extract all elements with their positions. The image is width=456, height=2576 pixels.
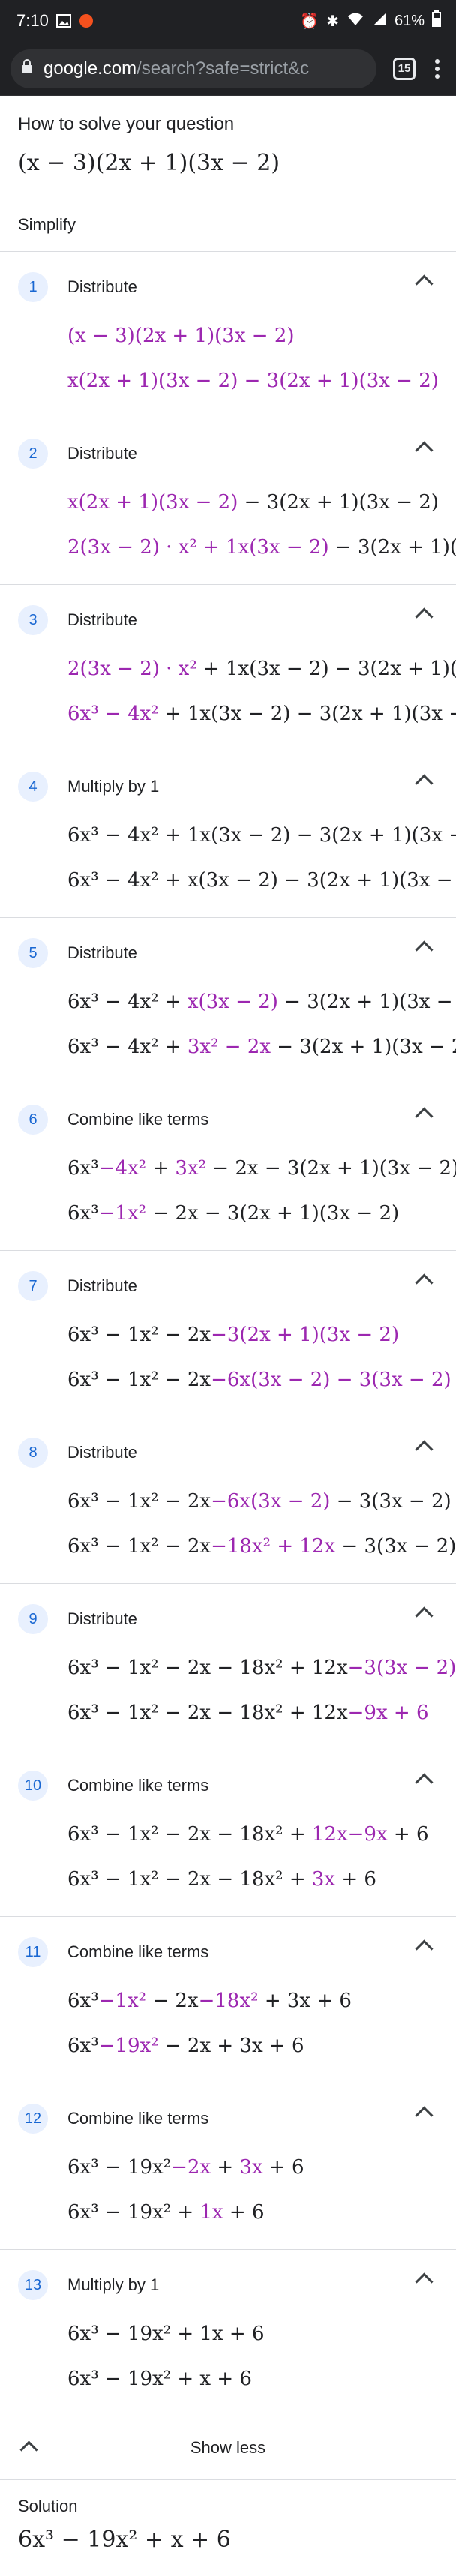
- step-number: 2: [18, 439, 48, 469]
- step-title: Distribute: [68, 1609, 137, 1628]
- battery-icon: [432, 10, 441, 31]
- step-to: 6x³ − 4x² + 1x(3x − 2) − 3(2x + 1)(3x − …: [68, 703, 456, 725]
- solution-label: Solution: [18, 2497, 78, 2515]
- step-number: 5: [18, 938, 48, 968]
- step-title: Combine like terms: [68, 2109, 209, 2128]
- step-to: 6x³ − 1x² − 2x − 18x² + 12x−9x + 6: [68, 1702, 429, 1724]
- signal-icon: [372, 11, 387, 31]
- step-card[interactable]: 10 Combine like terms 6x³ − 1x² − 2x − 1…: [0, 1750, 456, 1917]
- step-card[interactable]: 11 Combine like terms 6x³−1x² − 2x−18x² …: [0, 1917, 456, 2083]
- battery-level: 61%: [394, 12, 424, 29]
- step-card[interactable]: 13 Multiply by 1 6x³ − 19x² + 1x + 6 6x³…: [0, 2250, 456, 2416]
- step-to: 6x³ − 4x² + x(3x − 2) − 3(2x + 1)(3x − 2…: [68, 869, 456, 892]
- step-card[interactable]: 5 Distribute 6x³ − 4x² + x(3x − 2) − 3(2…: [0, 918, 456, 1084]
- browser-toolbar: google.com/search?safe=strict&c 15: [0, 42, 456, 96]
- step-to: 6x³−19x² − 2x + 3x + 6: [68, 2035, 304, 2057]
- step-to: 6x³ − 1x² − 2x−18x² + 12x − 3(3x − 2): [68, 1535, 456, 1558]
- step-title: Distribute: [68, 1276, 137, 1295]
- step-title: Distribute: [68, 1443, 137, 1462]
- chevron-up-icon: [20, 2440, 38, 2459]
- step-card[interactable]: 3 Distribute 2(3x − 2) · x² + 1x(3x − 2)…: [0, 585, 456, 751]
- solution-section: Solution 6x³ − 19x² + x + 6: [0, 2480, 456, 2569]
- step-to: 6x³ − 19x² + x + 6: [68, 2368, 252, 2390]
- step-title: Combine like terms: [68, 1110, 209, 1129]
- step-title: Combine like terms: [68, 1776, 209, 1795]
- step-number: 13: [18, 2270, 48, 2300]
- step-to: 6x³ − 4x² + 3x² − 2x − 3(2x + 1)(3x − 2): [68, 1036, 456, 1058]
- step-number: 8: [18, 1438, 48, 1468]
- step-from: 6x³ − 1x² − 2x−3(2x + 1)(3x − 2): [68, 1324, 400, 1346]
- gallery-icon: [56, 14, 71, 28]
- step-from: (x − 3)(2x + 1)(3x − 2): [68, 325, 295, 347]
- step-card[interactable]: 12 Combine like terms 6x³ − 19x²−2x + 3x…: [0, 2083, 456, 2250]
- step-card[interactable]: 8 Distribute 6x³ − 1x² − 2x−6x(3x − 2) −…: [0, 1417, 456, 1584]
- tab-switcher-button[interactable]: 15: [393, 57, 416, 80]
- address-bar[interactable]: google.com/search?safe=strict&c: [10, 49, 376, 88]
- notification-icon: [79, 13, 94, 28]
- step-to: 6x³ − 1x² − 2x−6x(3x − 2) − 3(3x − 2): [68, 1369, 452, 1391]
- step-to: 6x³ − 1x² − 2x − 18x² + 3x + 6: [68, 1868, 376, 1891]
- step-from: 6x³ − 4x² + 1x(3x − 2) − 3(2x + 1)(3x − …: [68, 824, 456, 847]
- step-card[interactable]: 7 Distribute 6x³ − 1x² − 2x−3(2x + 1)(3x…: [0, 1251, 456, 1417]
- step-title: Distribute: [68, 610, 137, 629]
- solution-expression: 6x³ − 19x² + x + 6: [18, 2527, 231, 2553]
- step-card[interactable]: 6 Combine like terms 6x³−4x² + 3x² − 2x …: [0, 1084, 456, 1251]
- step-from: 6x³ − 1x² − 2x − 18x² + 12x−9x + 6: [68, 1823, 429, 1846]
- step-from: 2(3x − 2) · x² + 1x(3x − 2) − 3(2x + 1)(…: [68, 658, 456, 680]
- step-to: x(2x + 1)(3x − 2) − 3(2x + 1)(3x − 2): [68, 370, 439, 392]
- wifi-icon: [346, 11, 364, 31]
- question-header: How to solve your question (x − 3)(2x + …: [0, 96, 456, 176]
- show-less-label: Show less: [190, 2438, 266, 2457]
- step-number: 12: [18, 2104, 48, 2134]
- step-number: 11: [18, 1937, 48, 1967]
- simplify-heading: Simplify: [0, 176, 456, 252]
- step-title: Distribute: [68, 277, 137, 296]
- step-to: 2(3x − 2) · x² + 1x(3x − 2) − 3(2x + 1)(…: [68, 536, 456, 559]
- step-from: 6x³ − 4x² + x(3x − 2) − 3(2x + 1)(3x − 2…: [68, 991, 456, 1013]
- url-host: google.com: [44, 58, 137, 79]
- step-title: Multiply by 1: [68, 777, 160, 796]
- bluetooth-icon: ✱: [326, 13, 339, 30]
- step-from: 6x³−4x² + 3x² − 2x − 3(2x + 1)(3x − 2): [68, 1157, 456, 1180]
- status-time: 7:10: [16, 11, 49, 30]
- step-card[interactable]: 4 Multiply by 1 6x³ − 4x² + 1x(3x − 2) −…: [0, 751, 456, 918]
- step-number: 6: [18, 1105, 48, 1135]
- step-from: 6x³−1x² − 2x−18x² + 3x + 6: [68, 1990, 352, 2012]
- step-to: 6x³−1x² − 2x − 3(2x + 1)(3x − 2): [68, 1202, 400, 1225]
- step-card[interactable]: 9 Distribute 6x³ − 1x² − 2x − 18x² + 12x…: [0, 1584, 456, 1750]
- step-title: Multiply by 1: [68, 2275, 160, 2294]
- step-card[interactable]: 1 Distribute (x − 3)(2x + 1)(3x − 2) x(2…: [0, 252, 456, 418]
- step-to: 6x³ − 19x² + 1x + 6: [68, 2201, 265, 2224]
- question-expression: (x − 3)(2x + 1)(3x − 2): [18, 150, 280, 176]
- lock-icon: [21, 58, 33, 79]
- url-path: /search?safe=strict&c: [136, 58, 310, 79]
- step-number: 9: [18, 1604, 48, 1634]
- step-number: 1: [18, 272, 48, 302]
- step-from: 6x³ − 19x²−2x + 3x + 6: [68, 2156, 304, 2179]
- step-from: 6x³ − 19x² + 1x + 6: [68, 2323, 265, 2345]
- step-number: 10: [18, 1771, 48, 1801]
- step-from: x(2x + 1)(3x − 2) − 3(2x + 1)(3x − 2): [68, 491, 439, 514]
- status-bar: 7:10 ⏰ ✱ 61%: [0, 0, 456, 42]
- dot-icon: [435, 66, 440, 71]
- dot-icon: [435, 73, 440, 79]
- step-title: Distribute: [68, 444, 137, 463]
- step-title: Combine like terms: [68, 1942, 209, 1961]
- step-number: 3: [18, 605, 48, 635]
- alarm-icon: ⏰: [300, 13, 320, 30]
- show-less-button[interactable]: Show less: [0, 2416, 456, 2480]
- step-card[interactable]: 2 Distribute x(2x + 1)(3x − 2) − 3(2x + …: [0, 418, 456, 585]
- step-from: 6x³ − 1x² − 2x − 18x² + 12x−3(3x − 2): [68, 1657, 456, 1679]
- question-label: How to solve your question: [18, 114, 235, 134]
- dot-icon: [435, 58, 440, 64]
- step-title: Distribute: [68, 943, 137, 962]
- step-from: 6x³ − 1x² − 2x−6x(3x − 2) − 3(3x − 2): [68, 1490, 452, 1513]
- more-options-button[interactable]: [435, 58, 440, 79]
- step-number: 7: [18, 1271, 48, 1301]
- step-number: 4: [18, 772, 48, 802]
